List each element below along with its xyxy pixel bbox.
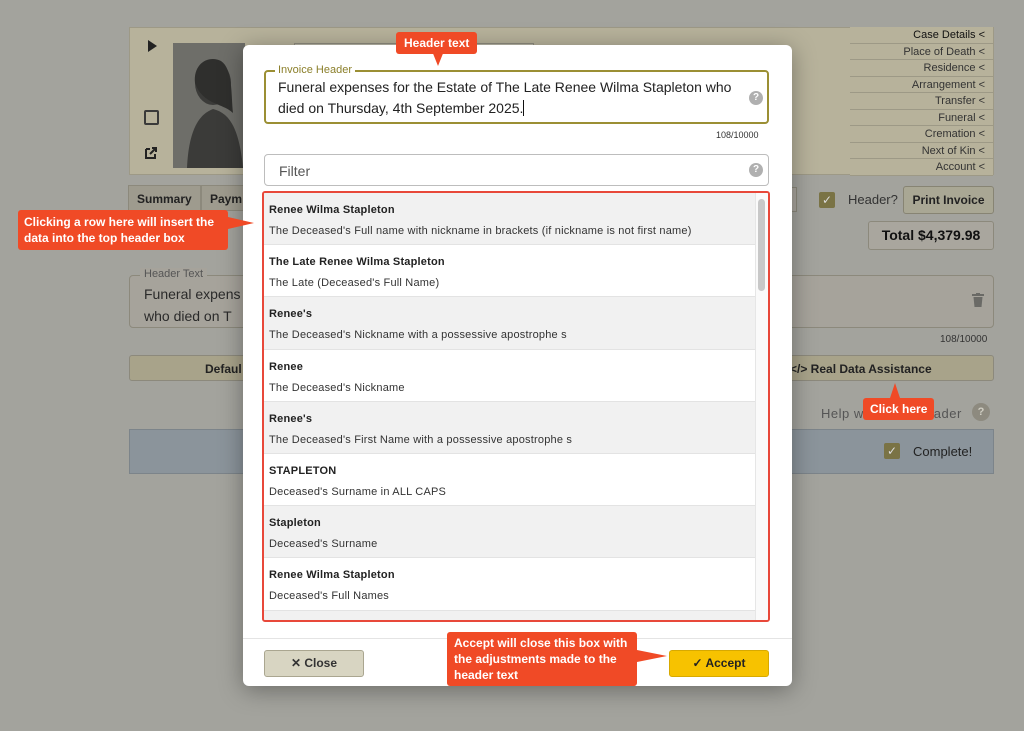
list-scrollbar-thumb[interactable] [758,199,765,291]
help-icon[interactable]: ? [972,403,990,421]
list-item[interactable] [264,610,757,620]
case-section-menu: Case Details < Place of Death < Residenc… [850,27,993,176]
menu-item-case-details[interactable]: Case Details < [850,27,993,44]
header-text-legend: Header Text [140,268,208,280]
deceased-photo [173,43,245,168]
callout-arrow [637,650,667,662]
complete-checkbox[interactable]: ✓ [884,443,900,459]
real-data-list: Renee Wilma Stapleton The Deceased's Ful… [262,191,770,622]
list-item-title: Renee Wilma Stapleton [269,569,395,582]
list-item[interactable]: Renee The Deceased's Nickname [264,350,757,402]
menu-item-arrangement[interactable]: Arrangement < [850,76,993,93]
list-item[interactable]: Renee's The Deceased's First Name with a… [264,401,757,454]
header-toggle-checkbox[interactable]: ✓ [819,192,835,208]
list-item-description: Deceased's Surname in ALL CAPS [269,485,447,498]
menu-item-account[interactable]: Account < [850,159,993,176]
list-item-title: Renee's [269,308,313,321]
menu-item-residence[interactable]: Residence < [850,60,993,77]
menu-item-place-of-death[interactable]: Place of Death < [850,43,993,60]
accept-button[interactable]: ✓ Accept [669,650,769,677]
menu-item-next-of-kin[interactable]: Next of Kin < [850,142,993,159]
menu-item-cremation[interactable]: Cremation < [850,126,993,143]
header-text-count: 108/10000 [940,334,988,345]
filter-help-icon[interactable]: ? [749,163,763,177]
callout-arrow [890,383,900,398]
invoice-total: Total $4,379.98 [868,221,994,250]
invoice-header-legend: Invoice Header [275,64,355,76]
list-item[interactable]: Renee Wilma Stapleton Deceased's Full Na… [264,558,757,611]
print-invoice-button[interactable]: Print Invoice [903,186,994,214]
callout-arrow [228,217,254,229]
list-item[interactable]: Renee's The Deceased's Nickname with a p… [264,297,757,350]
list-item-title: Renee Wilma Stapleton [269,204,395,216]
list-item[interactable]: Renee Wilma Stapleton The Deceased's Ful… [264,193,757,246]
header-toggle-label: Header? [848,192,898,207]
invoice-header-value[interactable]: Funeral expenses for the Estate of The L… [278,77,738,119]
menu-item-transfer[interactable]: Transfer < [850,93,993,110]
list-item-title: STAPLETON [269,464,337,477]
play-icon[interactable] [148,40,157,52]
real-data-assistance-button[interactable]: </> Real Data Assistance [790,362,932,376]
list-item-description: The Deceased's First Name with a possess… [269,433,573,446]
external-link-icon[interactable] [144,146,158,160]
callout-arrow [432,51,444,66]
header-text-value: Funeral expens who died on T [144,286,241,324]
list-item-description: The Late (Deceased's Full Name) [269,277,440,290]
close-button[interactable]: ✕ Close [264,650,364,677]
invoice-header-help-icon[interactable]: ? [749,91,763,105]
tab-summary[interactable]: Summary [128,185,201,211]
list-item[interactable]: Stapleton Deceased's Surname [264,506,757,559]
callout-accept-help: Accept will close this box with the adju… [447,632,637,686]
default-button[interactable]: Defaul [205,362,242,376]
list-item[interactable]: STAPLETON Deceased's Surname in ALL CAPS [264,454,757,507]
list-item-description: Deceased's Full Names [269,590,390,603]
list-item-title: Renee's [269,412,313,425]
callout-row-help: Clicking a row here will insert the data… [18,210,228,250]
trash-icon[interactable] [972,293,984,307]
check-icon: ✓ [692,656,706,670]
list-item-description: Deceased's Surname [269,538,378,551]
list-item[interactable]: The Late Renee Wilma Stapleton The Late … [264,245,757,298]
list-scrollbar[interactable] [755,193,768,620]
close-icon: ✕ [290,656,305,670]
list-item-description: The Deceased's Nickname [269,381,405,394]
filter-input[interactable]: Filter [264,154,769,186]
complete-label: Complete! [913,444,973,459]
list-item-description: The Deceased's Full name with nickname i… [269,225,692,237]
invoice-header-count: 108/10000 [716,130,759,140]
list-item-title: The Late Renee Wilma Stapleton [269,256,445,269]
list-item-title: Stapleton [269,517,321,530]
callout-click-here: Click here [863,398,935,420]
select-checkbox[interactable] [144,110,159,125]
list-item-title: Renee [269,360,304,373]
menu-item-funeral[interactable]: Funeral < [850,109,993,126]
text-cursor [523,100,525,116]
list-item-description: The Deceased's Nickname with a possessiv… [269,329,567,342]
